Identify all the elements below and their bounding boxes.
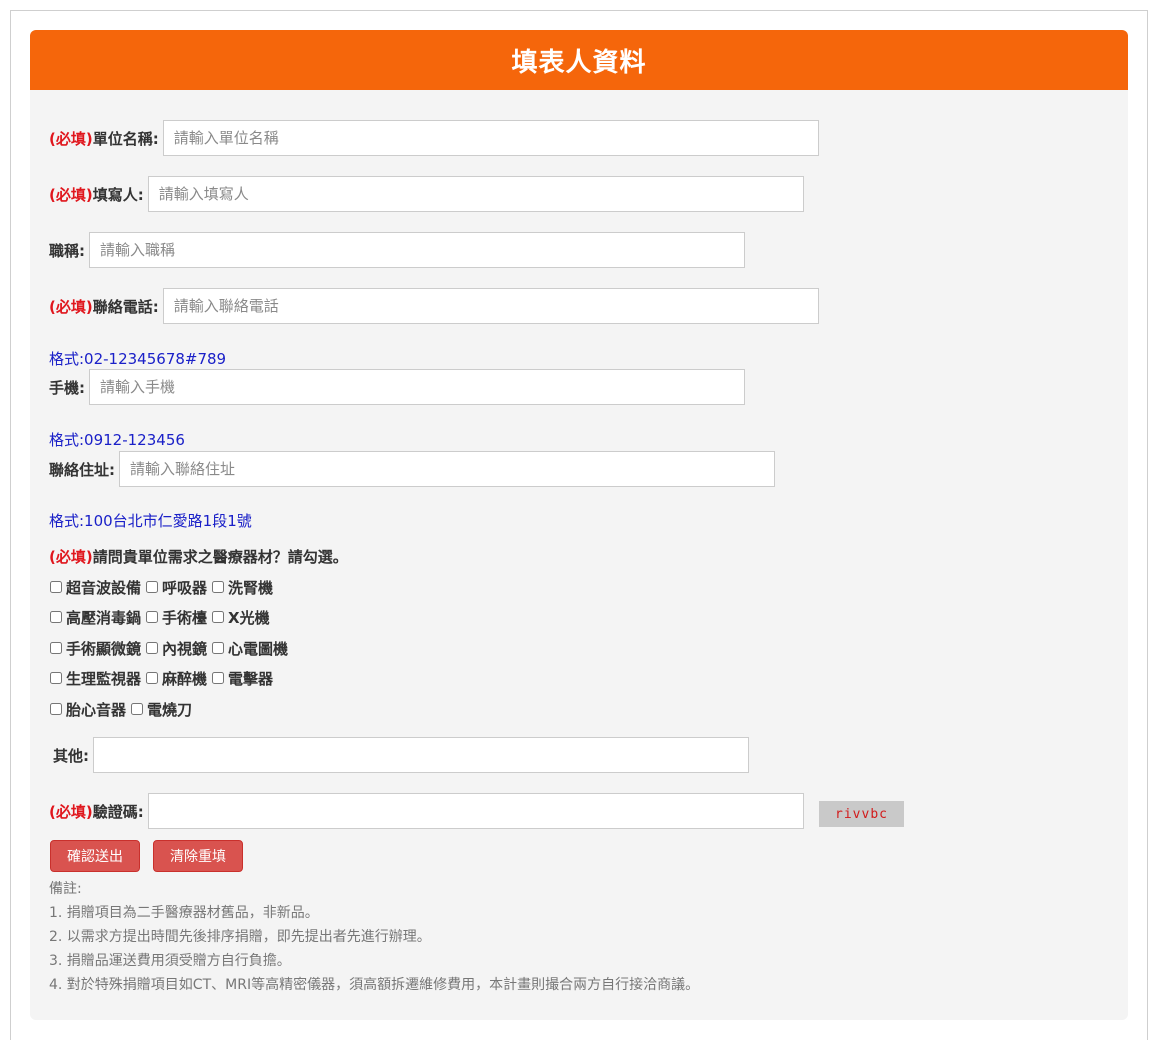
checkbox-input[interactable]	[212, 581, 225, 593]
checkbox-defibrillator[interactable]: 電擊器	[211, 668, 273, 689]
checkbox-label: 洗腎機	[228, 578, 274, 597]
mobile-row: 手機:	[49, 369, 745, 405]
unit-name-row: (必填)單位名稱:	[49, 120, 819, 156]
checkbox-label: 手術顯微鏡	[66, 639, 142, 658]
filler-row: (必填)填寫人:	[49, 176, 804, 212]
required-tag: (必填)	[49, 802, 93, 821]
checkbox-label: 呼吸器	[162, 578, 208, 597]
note-item-1: 1. 捐贈項目為二手醫療器材舊品，非新品。	[49, 905, 319, 921]
checkbox-autoclave[interactable]: 高壓消毒鍋	[49, 607, 141, 628]
submit-button[interactable]: 確認送出	[50, 840, 140, 872]
job-title-input[interactable]	[89, 232, 745, 268]
equipment-question-text: 請問貴單位需求之醫療器材？請勾選。	[92, 548, 348, 566]
checkbox-ventilator[interactable]: 呼吸器	[145, 577, 207, 598]
equipment-row-2: 高壓消毒鍋 手術檯 X光機	[49, 606, 274, 628]
checkbox-input[interactable]	[50, 611, 62, 623]
equipment-row-5: 胎心音器 電燒刀	[49, 698, 196, 720]
checkbox-xray[interactable]: X光機	[211, 607, 270, 628]
equipment-row-1: 超音波設備 呼吸器 洗腎機	[49, 576, 277, 598]
captcha-label: (必填)驗證碼:	[49, 801, 144, 822]
checkbox-label: 電擊器	[228, 669, 274, 688]
checkbox-label: 手術檯	[162, 608, 208, 627]
phone-label-text: 聯絡電話:	[92, 297, 159, 316]
phone-row: (必填)聯絡電話:	[49, 288, 819, 324]
mobile-format-hint: 格式:0912-123456	[49, 431, 185, 449]
other-label: 其他:	[53, 746, 89, 765]
page-frame: 填表人資料 (必填)單位名稱: (必填)填寫人: 職稱: (必填)聯絡電話: 格…	[10, 10, 1148, 1040]
checkbox-input[interactable]	[146, 642, 159, 654]
reset-button[interactable]: 清除重填	[153, 840, 243, 872]
required-tag: (必填)	[49, 129, 93, 148]
filler-input[interactable]	[147, 176, 804, 212]
unit-name-label-text: 單位名稱:	[92, 129, 159, 148]
checkbox-input[interactable]	[212, 642, 225, 654]
checkbox-input[interactable]	[212, 611, 225, 623]
filler-label: (必填)填寫人:	[49, 184, 144, 205]
checkbox-label: 電燒刀	[147, 700, 193, 719]
mobile-input[interactable]	[89, 369, 745, 405]
job-title-label: 職稱:	[49, 241, 85, 260]
notes-title: 備註:	[49, 881, 82, 897]
note-item-4: 4. 對於特殊捐贈項目如CT、MRI等高精密儀器，須高額拆遷維修費用，本計畫則撮…	[49, 977, 700, 993]
checkbox-input[interactable]	[50, 672, 62, 684]
checkbox-input[interactable]	[50, 703, 62, 715]
mobile-label: 手機:	[49, 378, 85, 397]
filler-label-text: 填寫人:	[92, 185, 144, 204]
checkbox-patient-monitor[interactable]: 生理監視器	[49, 668, 141, 689]
other-row: 其他:	[53, 737, 749, 773]
job-title-row: 職稱:	[49, 232, 745, 268]
checkbox-label: 胎心音器	[66, 700, 127, 719]
phone-input[interactable]	[162, 288, 819, 324]
unit-name-input[interactable]	[162, 120, 819, 156]
checkbox-label: 麻醉機	[162, 669, 208, 688]
other-input[interactable]	[93, 737, 749, 773]
address-format-hint: 格式:100台北市仁愛路1段1號	[49, 512, 252, 530]
address-input[interactable]	[119, 451, 775, 487]
captcha-input[interactable]	[147, 793, 804, 829]
checkbox-endoscope[interactable]: 內視鏡	[145, 638, 207, 659]
address-label: 聯絡住址:	[49, 460, 115, 479]
checkbox-label: X光機	[228, 608, 270, 627]
checkbox-label: 高壓消毒鍋	[66, 608, 142, 627]
notes-section: 備註: 1. 捐贈項目為二手醫療器材舊品，非新品。 2. 以需求方提出時間先後排…	[49, 877, 699, 997]
required-tag: (必填)	[49, 297, 93, 316]
checkbox-label: 超音波設備	[66, 578, 142, 597]
checkbox-surgical-microscope[interactable]: 手術顯微鏡	[49, 638, 141, 659]
checkbox-input[interactable]	[50, 642, 62, 654]
checkbox-ecg[interactable]: 心電圖機	[211, 638, 288, 659]
note-item-3: 3. 捐贈品運送費用須受贈方自行負擔。	[49, 953, 291, 969]
address-row: 聯絡住址:	[49, 451, 775, 487]
captcha-row: (必填)驗證碼:	[49, 793, 804, 829]
checkbox-input[interactable]	[50, 581, 62, 593]
form-title: 填表人資料	[30, 30, 1128, 90]
phone-format-hint: 格式:02-12345678#789	[49, 350, 227, 368]
checkbox-label: 內視鏡	[162, 639, 208, 658]
checkbox-input[interactable]	[212, 672, 225, 684]
required-tag: (必填)	[49, 548, 93, 566]
checkbox-label: 生理監視器	[66, 669, 142, 688]
checkbox-anesthesia[interactable]: 麻醉機	[145, 668, 207, 689]
equipment-row-3: 手術顯微鏡 內視鏡 心電圖機	[49, 637, 292, 659]
checkbox-ultrasound[interactable]: 超音波設備	[49, 577, 141, 598]
unit-name-label: (必填)單位名稱:	[49, 128, 159, 149]
equipment-row-4: 生理監視器 麻醉機 電擊器	[49, 667, 277, 689]
checkbox-dialysis[interactable]: 洗腎機	[211, 577, 273, 598]
checkbox-input[interactable]	[146, 672, 159, 684]
checkbox-electrosurgical[interactable]: 電燒刀	[130, 699, 192, 720]
checkbox-input[interactable]	[131, 703, 144, 715]
checkbox-input[interactable]	[146, 611, 159, 623]
captcha-label-text: 驗證碼:	[92, 802, 144, 821]
checkbox-operating-table[interactable]: 手術檯	[145, 607, 207, 628]
required-tag: (必填)	[49, 185, 93, 204]
note-item-2: 2. 以需求方提出時間先後排序捐贈，即先提出者先進行辦理。	[49, 929, 431, 945]
equipment-question: (必填)請問貴單位需求之醫療器材？請勾選。	[49, 546, 348, 567]
checkbox-label: 心電圖機	[228, 639, 289, 658]
checkbox-input[interactable]	[146, 581, 159, 593]
captcha-image[interactable]: rivvbc	[819, 801, 904, 827]
checkbox-fetal-doppler[interactable]: 胎心音器	[49, 699, 126, 720]
phone-label: (必填)聯絡電話:	[49, 296, 159, 317]
form-panel: 填表人資料 (必填)單位名稱: (必填)填寫人: 職稱: (必填)聯絡電話: 格…	[30, 30, 1128, 1020]
